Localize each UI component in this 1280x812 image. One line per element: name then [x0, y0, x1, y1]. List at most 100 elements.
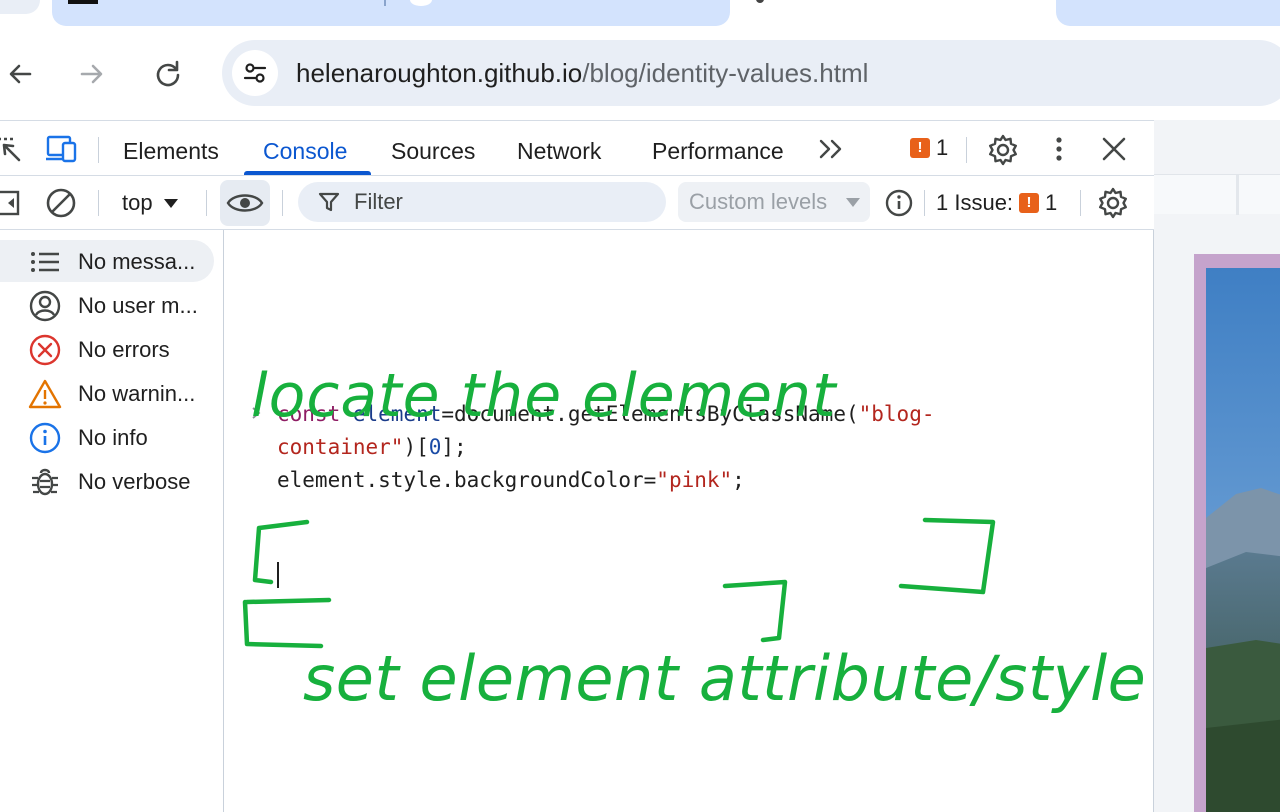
sidebar-item-errors[interactable]: No errors: [0, 328, 214, 370]
more-options-kebab-icon[interactable]: [1046, 133, 1072, 167]
code-text: )[: [403, 435, 429, 459]
toolbar-divider: [98, 190, 99, 216]
code-keyword: const: [277, 402, 341, 426]
console-output[interactable]: const element=document.getElementsByClas…: [225, 230, 1153, 812]
settings-gear-icon[interactable]: [986, 133, 1020, 167]
issues-counter[interactable]: 1 Issue: ! 1: [936, 188, 1057, 218]
annotation-bracket-right: [898, 517, 996, 595]
code-text: element.style.backgroundColor=: [277, 468, 657, 492]
annotation-bracket-mid: [722, 579, 788, 643]
tab-network[interactable]: Network: [517, 136, 601, 166]
tab-bar-divider: [98, 137, 99, 163]
console-toolbar: top Filter Custom levels 1 Issue: ! 1: [0, 176, 1154, 230]
tune-icon: [243, 63, 267, 83]
user-icon: [28, 289, 62, 323]
back-arrow-icon: [9, 64, 32, 84]
browser-tab-inactive[interactable]: [52, 0, 730, 26]
tab-elements[interactable]: Elements: [123, 136, 219, 166]
devtools-panel: Elements Console Sources Network Perform…: [0, 120, 1154, 812]
site-info-button[interactable]: [232, 50, 278, 96]
issues-label: 1 Issue:: [936, 190, 1014, 215]
tab-console[interactable]: Console: [263, 136, 347, 166]
tab-divider: [384, 0, 386, 6]
console-input-code[interactable]: const element=document.getElementsByClas…: [277, 398, 934, 497]
dropdown-arrow-icon: [846, 198, 860, 207]
browser-tab-next[interactable]: [1056, 0, 1280, 26]
back-button[interactable]: [0, 54, 40, 94]
url-text[interactable]: helenaroughton.github.io/blog/identity-v…: [296, 58, 868, 88]
console-sidebar: No messa... No user m... No errors No wa…: [0, 230, 224, 812]
device-toolbar-icon[interactable]: [44, 133, 80, 165]
sidebar-item-verbose[interactable]: No verbose: [0, 460, 214, 502]
browser-toolbar: helenaroughton.github.io/blog/identity-v…: [0, 28, 1280, 120]
toolbar-divider: [206, 190, 207, 216]
sidebar-item-info[interactable]: No info: [0, 416, 214, 458]
annotation-bracket-left: [242, 519, 332, 649]
tab-performance[interactable]: Performance: [652, 136, 784, 166]
inspect-element-icon[interactable]: [0, 135, 24, 163]
filter-funnel-icon: [318, 192, 340, 212]
info-icon: [28, 421, 62, 455]
sidebar-item-warnings[interactable]: No warnin...: [0, 372, 214, 414]
tab-favicon-icon: [68, 0, 98, 4]
tab-strip: [0, 0, 1280, 28]
close-devtools-icon[interactable]: [1098, 133, 1130, 165]
sidebar-item-label: No user m...: [78, 293, 198, 318]
error-icon: [28, 333, 62, 367]
info-icon[interactable]: [884, 188, 914, 218]
tab-left-edge[interactable]: [0, 0, 40, 14]
devtools-tab-bar: Elements Console Sources Network Perform…: [0, 120, 1154, 176]
sidebar-item-label: No messa...: [78, 249, 196, 274]
toolbar-divider: [1080, 190, 1081, 216]
sidebar-item-user-messages[interactable]: No user m...: [0, 284, 214, 326]
toolbar-divider: [924, 190, 925, 216]
code-string: "blog-: [858, 402, 935, 426]
console-input-caret[interactable]: [277, 562, 279, 588]
address-bar[interactable]: helenaroughton.github.io/blog/identity-v…: [222, 40, 1280, 106]
code-text: ];: [441, 435, 467, 459]
nav-divider: [1236, 175, 1239, 215]
code-text: =document.getElementsByClassName(: [441, 402, 859, 426]
code-string: container": [277, 435, 404, 459]
code-text: ;: [732, 468, 745, 492]
bug-icon: [28, 465, 62, 499]
webpage-viewport[interactable]: [1154, 120, 1280, 812]
more-tabs-chevron-icon[interactable]: [816, 135, 848, 163]
browser-tab-active[interactable]: [730, 0, 1056, 28]
sidebar-item-label: No verbose: [78, 469, 191, 494]
active-tab-indicator: [244, 171, 371, 175]
sidebar-toggle-icon[interactable]: [0, 188, 22, 218]
clear-console-icon[interactable]: [44, 186, 78, 220]
list-icon: [28, 245, 62, 279]
context-selector[interactable]: top: [122, 188, 179, 218]
live-expression-button[interactable]: [220, 180, 270, 226]
warning-icon: [28, 377, 62, 411]
console-settings-gear-icon[interactable]: [1096, 186, 1130, 220]
tab-sources[interactable]: Sources: [391, 136, 475, 166]
reload-button[interactable]: [148, 54, 188, 94]
code-variable: element: [352, 402, 442, 426]
log-levels-dropdown[interactable]: Custom levels: [678, 182, 870, 222]
code-number: 0: [428, 435, 442, 459]
forward-button[interactable]: [72, 54, 112, 94]
sidebar-item-messages[interactable]: No messa...: [0, 240, 214, 282]
eye-icon: [226, 194, 264, 212]
sidebar-item-label: No warnin...: [78, 381, 196, 406]
context-value: top: [122, 190, 153, 215]
tab-bar-divider: [966, 137, 967, 163]
landscape-photo: [1206, 268, 1280, 812]
page-nav-bar: [1154, 174, 1280, 215]
issue-warning-icon: !: [1019, 193, 1040, 213]
filter-input[interactable]: Filter: [298, 182, 666, 222]
tab-close-icon[interactable]: [410, 0, 432, 6]
forward-arrow-icon: [80, 64, 103, 84]
tab-loading-icon: [756, 0, 764, 3]
reload-icon: [156, 60, 180, 87]
sidebar-item-label: No info: [78, 425, 148, 450]
annotation-bottom-note: set element attribute/style: [303, 642, 1146, 715]
handwritten-annotations: locate the element set element attribute…: [242, 361, 1146, 715]
toolbar-divider: [282, 190, 283, 216]
issues-badge[interactable]: ! 1: [910, 135, 948, 161]
dropdown-arrow-icon: [163, 199, 178, 208]
expand-chevron-icon[interactable]: [251, 406, 261, 420]
